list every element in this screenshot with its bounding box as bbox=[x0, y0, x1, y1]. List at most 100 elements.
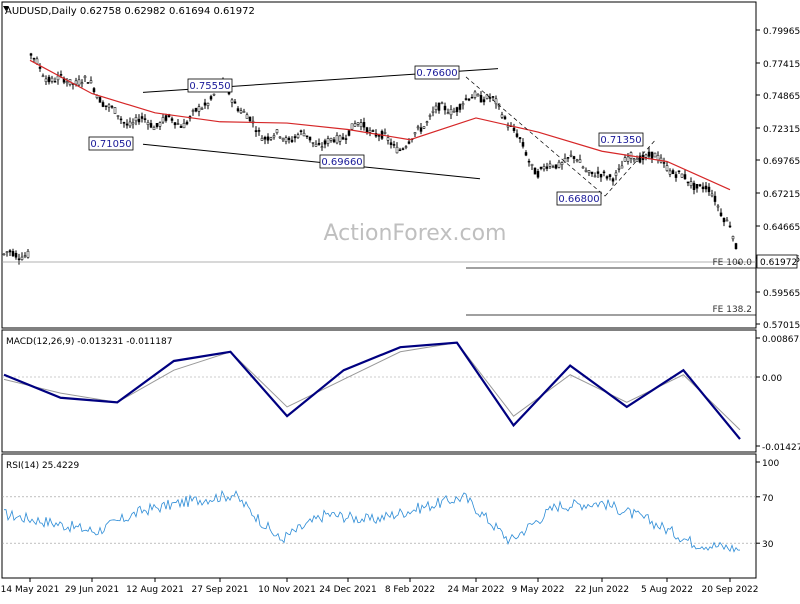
candle-body bbox=[290, 139, 294, 142]
candle-body bbox=[164, 115, 168, 121]
x-tick-label: 14 May 2021 bbox=[1, 585, 60, 595]
candle-body bbox=[680, 173, 684, 178]
candle-body bbox=[173, 122, 177, 126]
candle-body bbox=[128, 121, 132, 127]
y-tick-label: 0.57015 bbox=[763, 321, 800, 331]
candle-body bbox=[524, 152, 528, 156]
candle-body bbox=[47, 76, 51, 83]
candle-body bbox=[302, 132, 306, 137]
candle-body bbox=[32, 57, 36, 60]
candle-body bbox=[560, 162, 564, 165]
annotation-label: 0.75550 bbox=[189, 81, 230, 92]
candle-body bbox=[284, 137, 288, 142]
candle-body bbox=[8, 250, 12, 253]
candle-body bbox=[467, 98, 471, 101]
candle-body bbox=[122, 122, 126, 124]
candle-body bbox=[728, 225, 732, 228]
candle-body bbox=[578, 159, 582, 163]
candle-body bbox=[116, 115, 120, 117]
candle-body bbox=[146, 122, 150, 125]
y-tick-label: 0.77415 bbox=[763, 60, 800, 70]
candle-body bbox=[323, 140, 327, 145]
y-tick-label: 0.67215 bbox=[763, 190, 800, 200]
candle-body bbox=[713, 195, 717, 202]
candle-body bbox=[569, 154, 573, 157]
candle-body bbox=[185, 121, 189, 125]
candle-body bbox=[26, 250, 30, 258]
x-tick-label: 22 Jun 2022 bbox=[575, 585, 629, 595]
y-tick-label: 0.79965 bbox=[763, 27, 800, 37]
candle-body bbox=[383, 132, 387, 134]
candle-body bbox=[476, 94, 480, 97]
candle-body bbox=[527, 160, 531, 163]
y-tick-label: 0.74865 bbox=[763, 92, 800, 102]
rsi-tick-label: 30 bbox=[762, 540, 774, 550]
candle-body bbox=[566, 157, 570, 159]
candle-body bbox=[554, 164, 558, 169]
candle-body bbox=[278, 136, 282, 139]
candle-body bbox=[275, 129, 279, 134]
candle-body bbox=[377, 135, 381, 137]
candle-body bbox=[104, 105, 108, 107]
candle-body bbox=[683, 174, 687, 180]
x-tick-label: 27 Sep 2021 bbox=[191, 585, 248, 595]
candle-body bbox=[449, 109, 453, 116]
chart-title: AUDUSD,Daily 0.62758 0.62982 0.61694 0.6… bbox=[5, 6, 255, 17]
candle-body bbox=[182, 122, 186, 129]
rsi-title: RSI(14) 25.4229 bbox=[6, 461, 79, 471]
candle-body bbox=[710, 193, 714, 197]
candle-body bbox=[80, 82, 84, 85]
x-tick-label: 12 Aug 2021 bbox=[126, 585, 184, 595]
candle-body bbox=[191, 110, 195, 112]
candle-body bbox=[44, 78, 48, 82]
y-tick-label: 0.64665 bbox=[763, 223, 800, 233]
candle-body bbox=[53, 81, 57, 83]
candle-body bbox=[518, 137, 522, 140]
candle-body bbox=[581, 166, 585, 169]
candle-body bbox=[254, 130, 258, 132]
candle-body bbox=[56, 75, 60, 81]
candle-body bbox=[428, 115, 432, 117]
candle-body bbox=[539, 166, 543, 169]
candle-body bbox=[143, 118, 147, 120]
candle-body bbox=[446, 112, 450, 114]
candle-body bbox=[230, 99, 234, 103]
candle-body bbox=[461, 103, 465, 106]
candle-body bbox=[536, 171, 540, 178]
candle-body bbox=[716, 205, 720, 208]
candle-body bbox=[575, 159, 579, 162]
candle-body bbox=[464, 98, 468, 100]
candle-body bbox=[557, 161, 561, 168]
x-tick-label: 24 Mar 2022 bbox=[447, 585, 504, 595]
rsi-tick-label: 100 bbox=[762, 459, 779, 469]
y-tick-label: 0.59565 bbox=[763, 289, 800, 299]
candle-body bbox=[470, 96, 474, 99]
candle-body bbox=[491, 96, 495, 98]
candle-body bbox=[176, 123, 180, 125]
candle-body bbox=[305, 135, 309, 138]
candle-body bbox=[335, 135, 339, 144]
candle-body bbox=[593, 175, 597, 178]
candle-body bbox=[236, 108, 240, 112]
candle-body bbox=[266, 136, 270, 141]
candle-body bbox=[20, 256, 24, 260]
y-tick-label: 0.69765 bbox=[763, 157, 800, 167]
candle-body bbox=[668, 170, 672, 175]
candle-body bbox=[608, 174, 612, 177]
candle-body bbox=[731, 236, 735, 240]
macd-title: MACD(12,26,9) -0.013231 -0.011187 bbox=[6, 337, 172, 347]
candle-body bbox=[494, 98, 498, 105]
candle-body bbox=[392, 144, 396, 146]
candle-body bbox=[362, 122, 366, 128]
candle-body bbox=[644, 154, 648, 158]
candle-body bbox=[38, 66, 42, 69]
candle-body bbox=[320, 146, 324, 148]
candle-body bbox=[155, 123, 159, 127]
candle-body bbox=[440, 102, 444, 105]
candle-body bbox=[179, 126, 183, 128]
candle-body bbox=[689, 181, 693, 186]
candle-body bbox=[386, 137, 390, 141]
candle-body bbox=[389, 142, 393, 145]
macd-tick-label: -0.014274 bbox=[762, 443, 800, 453]
candle-body bbox=[443, 105, 447, 111]
